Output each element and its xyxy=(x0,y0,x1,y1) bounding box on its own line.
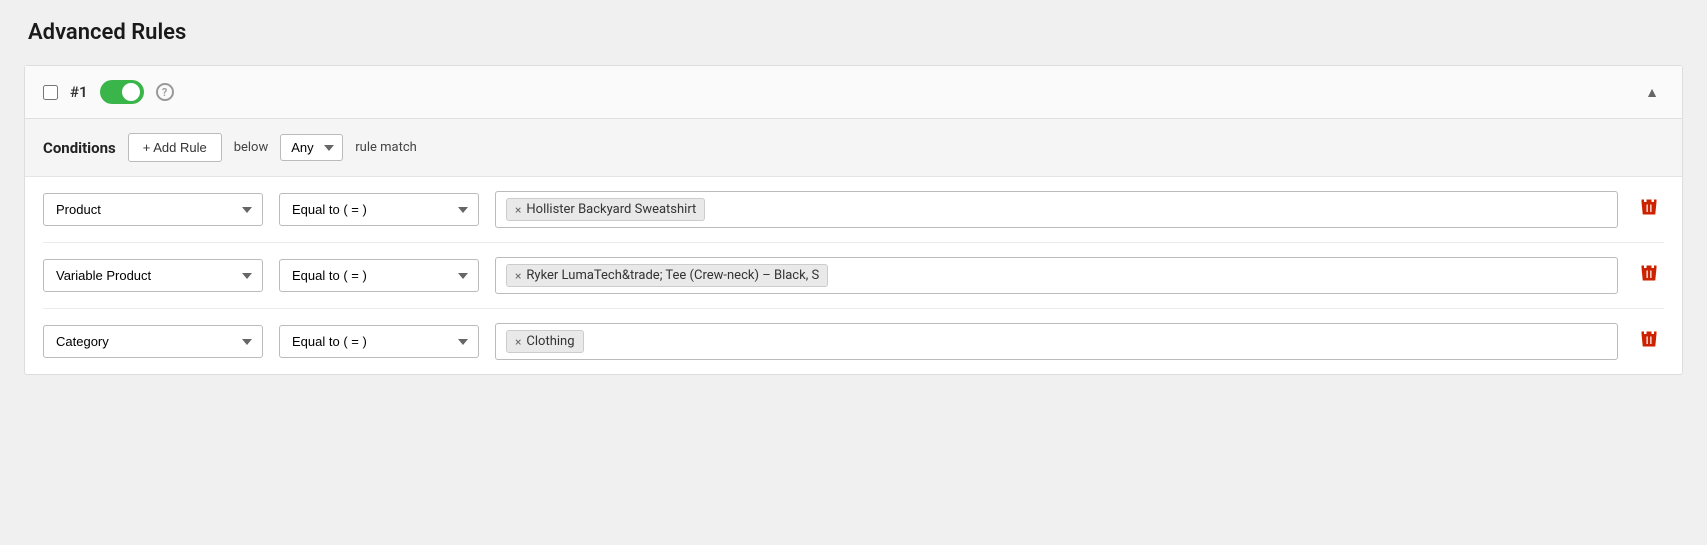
rule-checkbox[interactable] xyxy=(43,85,58,100)
rule-card: #1 ? ▲ Conditions + Add Rule below xyxy=(24,65,1683,375)
field-select-1[interactable]: Product Variable Product Category SKU Pr… xyxy=(43,193,263,226)
condition-row: Product Variable Product Category SKU Pr… xyxy=(43,177,1664,243)
below-label: below xyxy=(234,140,269,155)
collapse-icon[interactable]: ▲ xyxy=(1640,80,1664,104)
rule-number: #1 xyxy=(70,83,88,101)
any-select[interactable]: Any All xyxy=(280,134,343,161)
field-select-wrapper-1: Product Variable Product Category SKU Pr… xyxy=(43,193,263,226)
rule-body: Conditions + Add Rule below Any All rule… xyxy=(25,119,1682,374)
page-title: Advanced Rules xyxy=(24,20,1683,45)
condition-row: Product Variable Product Category SKU Pr… xyxy=(43,309,1664,374)
delete-row-1-button[interactable] xyxy=(1634,193,1664,226)
delete-row-2-button[interactable] xyxy=(1634,259,1664,292)
conditions-label: Conditions xyxy=(43,139,116,157)
condition-row: Product Variable Product Category SKU Pr… xyxy=(43,243,1664,309)
conditions-rows: Product Variable Product Category SKU Pr… xyxy=(25,177,1682,374)
add-rule-button[interactable]: + Add Rule xyxy=(128,133,222,162)
operator-select-wrapper-1: Equal to ( = ) Not equal to ( != ) Great… xyxy=(279,193,479,226)
field-select-wrapper-2: Product Variable Product Category SKU Pr… xyxy=(43,259,263,292)
operator-select-3[interactable]: Equal to ( = ) Not equal to ( != ) Great… xyxy=(279,325,479,358)
page-wrapper: Advanced Rules #1 ? ▲ xyxy=(0,0,1707,545)
toggle-slider xyxy=(100,80,144,104)
toggle-switch[interactable] xyxy=(100,80,144,104)
conditions-header: Conditions + Add Rule below Any All rule… xyxy=(25,119,1682,177)
tag-2-1: × Ryker LumaTech&trade; Tee (Crew-neck) … xyxy=(506,264,828,287)
operator-select-wrapper-2: Equal to ( = ) Not equal to ( != ) Great… xyxy=(279,259,479,292)
value-field-3[interactable]: × Clothing xyxy=(495,323,1618,360)
tag-label-1-1: Hollister Backyard Sweatshirt xyxy=(526,202,696,217)
field-select-3[interactable]: Product Variable Product Category SKU Pr… xyxy=(43,325,263,358)
rule-header-left: #1 ? xyxy=(43,80,174,104)
help-icon[interactable]: ? xyxy=(156,83,174,101)
tag-label-2-1: Ryker LumaTech&trade; Tee (Crew-neck) – … xyxy=(526,268,819,283)
delete-row-3-button[interactable] xyxy=(1634,325,1664,358)
tag-close-3-1[interactable]: × xyxy=(515,336,521,348)
field-select-2[interactable]: Product Variable Product Category SKU Pr… xyxy=(43,259,263,292)
rule-header: #1 ? ▲ xyxy=(25,66,1682,119)
tag-label-3-1: Clothing xyxy=(526,334,574,349)
value-field-1[interactable]: × Hollister Backyard Sweatshirt xyxy=(495,191,1618,228)
operator-select-wrapper-3: Equal to ( = ) Not equal to ( != ) Great… xyxy=(279,325,479,358)
tag-close-1-1[interactable]: × xyxy=(515,204,521,216)
rule-match-label: rule match xyxy=(355,140,417,155)
tag-3-1: × Clothing xyxy=(506,330,584,353)
tag-1-1: × Hollister Backyard Sweatshirt xyxy=(506,198,705,221)
operator-select-1[interactable]: Equal to ( = ) Not equal to ( != ) Great… xyxy=(279,193,479,226)
field-select-wrapper-3: Product Variable Product Category SKU Pr… xyxy=(43,325,263,358)
tag-close-2-1[interactable]: × xyxy=(515,270,521,282)
operator-select-2[interactable]: Equal to ( = ) Not equal to ( != ) Great… xyxy=(279,259,479,292)
value-field-2[interactable]: × Ryker LumaTech&trade; Tee (Crew-neck) … xyxy=(495,257,1618,294)
